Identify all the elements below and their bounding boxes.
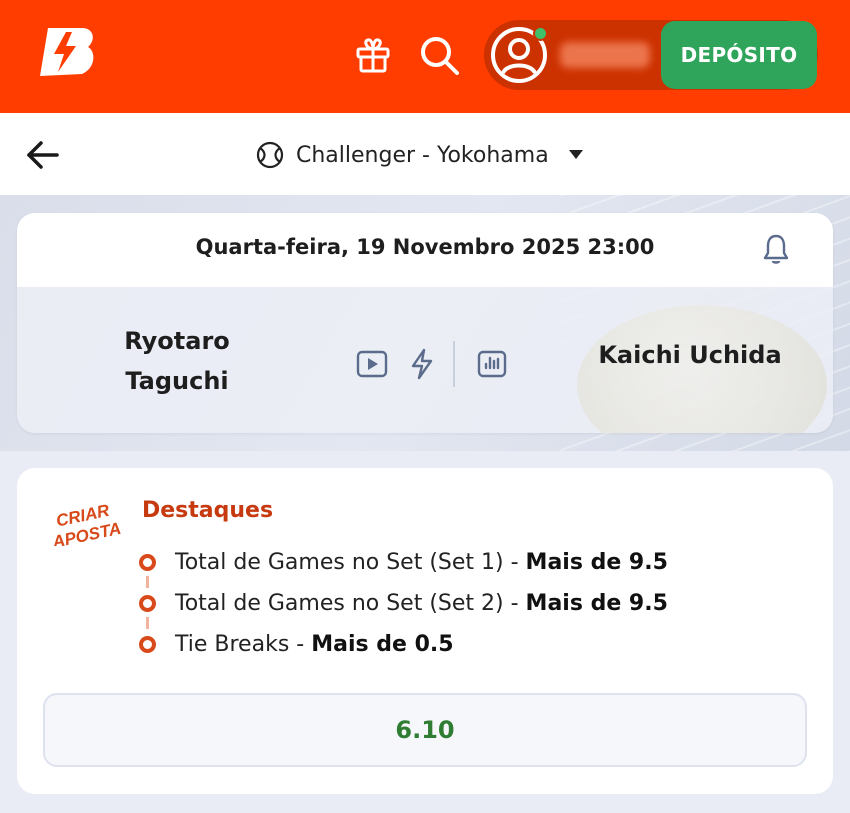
sub-header: Challenger - Yokohama	[0, 113, 850, 195]
leg-dot	[139, 595, 156, 612]
search-icon[interactable]	[418, 34, 460, 76]
list-item: Tie Breaks - Mais de 0.5	[139, 624, 668, 665]
gift-icon[interactable]	[352, 34, 394, 76]
player-home: Ryotaro Taguchi	[97, 321, 257, 401]
list-item: Total de Games no Set (Set 2) - Mais de …	[139, 583, 668, 624]
top-bar: DEPÓSITO	[0, 0, 850, 113]
leg-text: Tie Breaks - Mais de 0.5	[175, 632, 454, 657]
bell-icon[interactable]	[761, 233, 791, 265]
leg-dot	[139, 636, 156, 653]
caret-down-icon	[568, 150, 583, 159]
deposit-button[interactable]: DEPÓSITO	[661, 21, 817, 89]
leg-dot	[139, 554, 156, 571]
leg-text: Total de Games no Set (Set 1) - Mais de …	[175, 550, 668, 575]
tennis-ball-icon	[256, 141, 284, 169]
event-hero: Quarta-feira, 19 Novembro 2025 23:00 Ryo…	[0, 195, 850, 451]
balance-redacted	[560, 42, 650, 68]
lightning-icon[interactable]	[405, 347, 439, 381]
player-away: Kaichi Uchida	[598, 341, 782, 369]
odds-button[interactable]: 6.10	[43, 693, 807, 767]
event-date-row: Quarta-feira, 19 Novembro 2025 23:00	[17, 213, 833, 287]
media-divider	[453, 341, 455, 387]
builder-legs-list: Total de Games no Set (Set 1) - Mais de …	[139, 542, 668, 665]
stats-icon[interactable]	[475, 347, 509, 381]
back-arrow-icon[interactable]	[22, 135, 62, 175]
criar-aposta-badge: CRIAR APOSTA	[47, 496, 131, 552]
leg-text: Total de Games no Set (Set 2) - Mais de …	[175, 591, 668, 616]
player-home-last: Taguchi	[125, 367, 229, 395]
list-item: Total de Games no Set (Set 1) - Mais de …	[139, 542, 668, 583]
builder-title: Destaques	[142, 498, 274, 523]
brand-logo-icon[interactable]	[36, 24, 98, 80]
play-video-icon[interactable]	[355, 347, 389, 381]
player-home-first: Ryotaro	[124, 327, 230, 355]
tennis-ball-illustration	[577, 305, 827, 433]
league-name: Challenger - Yokohama	[296, 142, 549, 168]
event-media-controls	[355, 341, 509, 387]
online-status-dot	[533, 26, 548, 41]
league-selector[interactable]: Challenger - Yokohama	[256, 135, 583, 175]
bet-builder-card: CRIAR APOSTA Destaques Total de Games no…	[17, 468, 833, 794]
event-card: Quarta-feira, 19 Novembro 2025 23:00 Ryo…	[17, 213, 833, 433]
event-datetime: Quarta-feira, 19 Novembro 2025 23:00	[195, 235, 655, 259]
